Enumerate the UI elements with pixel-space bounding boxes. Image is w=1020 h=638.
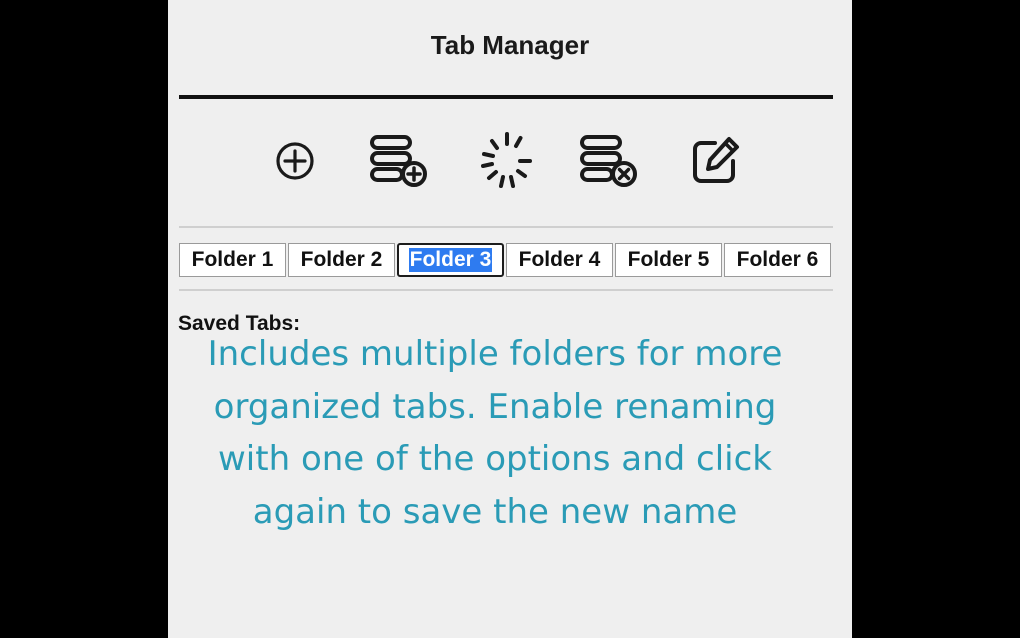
edit-icon [687,133,743,189]
folder-tab-label: Folder 1 [191,248,274,271]
clear-tabs-icon [576,131,642,191]
clear-tabs-button[interactable] [576,128,642,194]
folder-tab-label: Folder 4 [518,248,601,271]
folder-tab-label: Folder 5 [627,248,710,271]
save-tabs-button[interactable] [366,128,432,194]
folder-tab-1[interactable]: Folder 1 [179,243,286,277]
screen: Tab Manager Folder 1 Folder 2 Folder 3 F… [0,0,1020,638]
toolbar-divider [179,226,833,228]
add-circle-icon [273,139,317,183]
folder-tab-5[interactable]: Folder 5 [615,243,722,277]
add-button[interactable] [262,128,328,194]
title-divider [179,95,833,99]
refresh-button[interactable] [474,128,540,194]
loading-spinner-icon [474,128,540,194]
tab-manager-panel: Tab Manager Folder 1 Folder 2 Folder 3 F… [168,0,852,638]
folder-tabs: Folder 1 Folder 2 Folder 3 Folder 4 Fold… [179,243,833,279]
folder-tab-label: Folder 2 [300,248,383,271]
folder-tab-label: Folder 3 [408,248,493,272]
toolbar [168,128,852,194]
save-tabs-icon [366,131,432,191]
folder-tab-4[interactable]: Folder 4 [506,243,613,277]
folders-divider [179,289,833,291]
folder-tab-6[interactable]: Folder 6 [724,243,831,277]
feature-caption: Includes multiple folders for more organ… [207,334,783,532]
folder-tab-2[interactable]: Folder 2 [288,243,395,277]
folder-tab-label: Folder 6 [736,248,819,271]
page-title: Tab Manager [430,30,590,60]
edit-button[interactable] [682,128,748,194]
folder-tab-3[interactable]: Folder 3 [397,243,504,277]
